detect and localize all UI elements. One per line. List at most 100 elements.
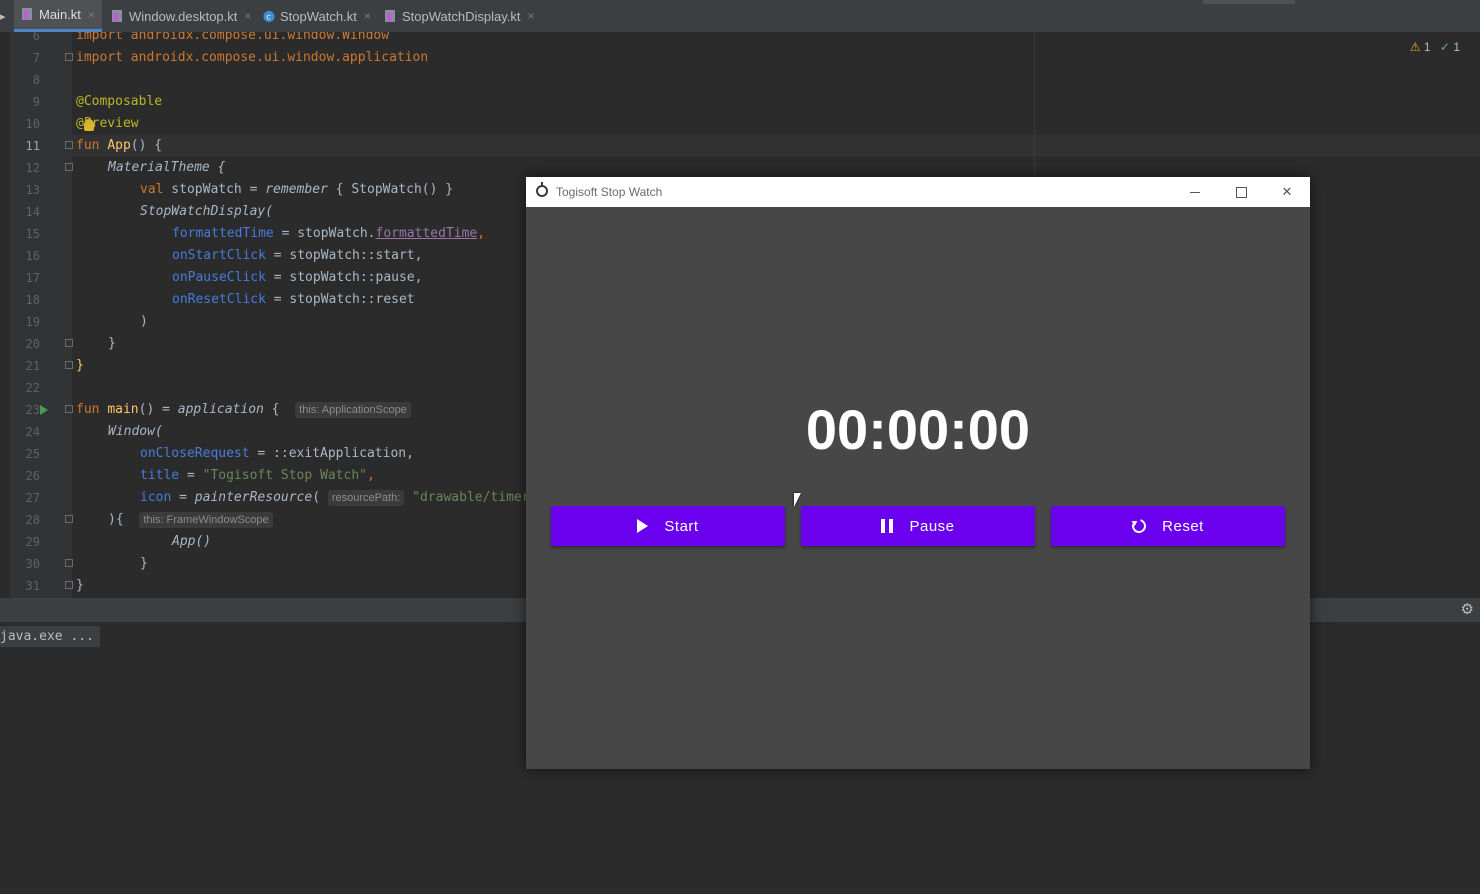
play-icon — [637, 519, 649, 533]
inlay-hint: resourcePath: — [327, 490, 405, 506]
code-token: = stopWatch::pause, — [265, 270, 423, 285]
fold-marker-icon[interactable] — [65, 361, 73, 369]
line-number: 10 — [25, 117, 40, 131]
editor-tab-bar: ▸ Main.kt × Window.desktop.kt × c StopWa… — [0, 0, 1480, 33]
line-number: 14 — [25, 205, 40, 219]
code-token: ) — [140, 314, 148, 329]
code-token: import androidx.compose.ui.window.Window — [76, 32, 390, 43]
reset-button-label: Reset — [1162, 517, 1204, 535]
line-number: 31 — [25, 579, 40, 593]
code-token: = stopWatch::start, — [265, 248, 423, 263]
fold-marker-icon[interactable] — [65, 163, 73, 171]
window-title-bar[interactable]: Togisoft Stop Watch ✕ — [526, 177, 1310, 207]
fold-marker-icon[interactable] — [65, 53, 73, 61]
code-line: StopWatchDisplay( — [140, 201, 273, 223]
line-number: 15 — [25, 227, 40, 241]
fold-marker-icon[interactable] — [65, 559, 73, 567]
start-button-label: Start — [664, 517, 699, 535]
code-line: onStartClick = stopWatch::start, — [172, 245, 422, 267]
tab-main-kt[interactable]: Main.kt × — [14, 0, 102, 32]
tab-stopwatchdisplay-kt[interactable]: StopWatchDisplay.kt × — [385, 0, 535, 32]
close-button[interactable]: ✕ — [1264, 177, 1310, 207]
fold-marker-icon[interactable] — [65, 581, 73, 589]
code-token: formattedTime — [375, 226, 478, 241]
tab-label: Window.desktop.kt — [129, 8, 238, 24]
line-number: 22 — [25, 381, 40, 395]
code-line: icon = painterResource( resourcePath: "d… — [140, 487, 530, 509]
code-line: @Preview — [76, 113, 139, 135]
fold-marker-icon[interactable] — [65, 141, 73, 149]
close-tab-icon[interactable]: × — [528, 9, 535, 23]
editor-gutter: 6 7 8 9 10 11 12 13 14 15 16 17 18 19 20… — [10, 32, 72, 598]
code-line: formattedTime = stopWatch.formattedTime, — [172, 223, 485, 245]
fold-marker-icon[interactable] — [65, 405, 73, 413]
close-tab-icon[interactable]: × — [364, 9, 371, 23]
line-number: 26 — [25, 469, 40, 483]
code-line: onPauseClick = stopWatch::pause, — [172, 267, 422, 289]
line-number: 12 — [25, 161, 40, 175]
fold-marker-icon[interactable] — [65, 515, 73, 523]
code-token: } — [108, 336, 116, 351]
code-token: { — [263, 402, 280, 417]
line-number-current: 11 — [25, 139, 40, 153]
code-line: MaterialTheme { — [108, 157, 225, 179]
line-number: 9 — [32, 95, 40, 109]
close-tab-icon[interactable]: × — [244, 9, 251, 23]
code-token: fun — [76, 138, 100, 153]
code-token: application — [177, 402, 264, 417]
code-token: @Composable — [76, 94, 163, 109]
gear-icon[interactable]: ⚙ — [1461, 600, 1474, 618]
code-token: } — [76, 358, 84, 373]
code-token: "drawable/timer — [404, 490, 530, 505]
start-button[interactable]: Start — [551, 506, 785, 546]
code-token: main — [107, 402, 139, 417]
code-token: MaterialTheme { — [108, 160, 226, 175]
run-process-label[interactable]: java.exe ... — [0, 626, 100, 647]
elapsed-time-display: 00:00:00 — [805, 398, 1031, 461]
code-line: onResetClick = stopWatch::reset — [172, 289, 415, 311]
reset-button[interactable]: Reset — [1051, 506, 1285, 546]
reset-icon — [1129, 516, 1149, 536]
window-title: Togisoft Stop Watch — [556, 185, 663, 199]
kotlin-file-icon — [385, 9, 395, 22]
fold-marker-icon[interactable] — [65, 339, 73, 347]
code-line: } — [76, 575, 84, 597]
code-token: ){ — [108, 512, 124, 527]
tab-label: Main.kt — [39, 7, 81, 22]
code-token: , — [367, 468, 375, 483]
stopwatch-window: Togisoft Stop Watch ✕ 00:00:00 Start Pau… — [526, 177, 1310, 769]
tab-scroll-left-icon[interactable]: ▸ — [0, 10, 6, 23]
code-token: stopWatch = — [163, 182, 266, 197]
code-line: Window( — [108, 421, 163, 443]
tab-label: StopWatch.kt — [280, 8, 357, 24]
line-number: 27 — [25, 491, 40, 505]
code-line: ) — [140, 311, 148, 333]
current-line-highlight — [72, 135, 1480, 157]
tab-overflow-area — [1203, 0, 1295, 4]
maximize-button[interactable] — [1218, 177, 1264, 207]
inlay-hint: this: ApplicationScope — [295, 402, 411, 418]
code-line: import androidx.compose.ui.window.Window — [76, 32, 389, 47]
close-tab-icon[interactable]: × — [88, 8, 95, 22]
line-number: 21 — [25, 359, 40, 373]
code-line: title = "Togisoft Stop Watch", — [140, 465, 375, 487]
run-gutter-icon[interactable] — [40, 405, 48, 415]
code-token: icon — [140, 490, 172, 505]
minimize-button[interactable] — [1172, 177, 1218, 207]
kotlin-class-icon: c — [263, 10, 275, 22]
code-line: } — [108, 333, 116, 355]
code-token: () = — [138, 402, 178, 417]
line-number: 17 — [25, 271, 40, 285]
pause-button[interactable]: Pause — [801, 506, 1035, 546]
pause-icon — [881, 519, 894, 533]
close-icon: ✕ — [1281, 184, 1293, 199]
code-line: } — [76, 355, 84, 377]
code-token: painterResource — [194, 490, 313, 505]
code-token: onCloseRequest — [140, 446, 250, 461]
tab-stopwatch-kt[interactable]: c StopWatch.kt × — [263, 0, 371, 32]
line-number: 13 — [25, 183, 40, 197]
inspection-widget[interactable]: ⚠ 1 ✓ 1 — [1410, 40, 1460, 54]
tab-window-desktop-kt[interactable]: Window.desktop.kt × — [112, 0, 251, 32]
check-icon: ✓ — [1439, 40, 1450, 54]
pause-button-label: Pause — [909, 517, 955, 535]
